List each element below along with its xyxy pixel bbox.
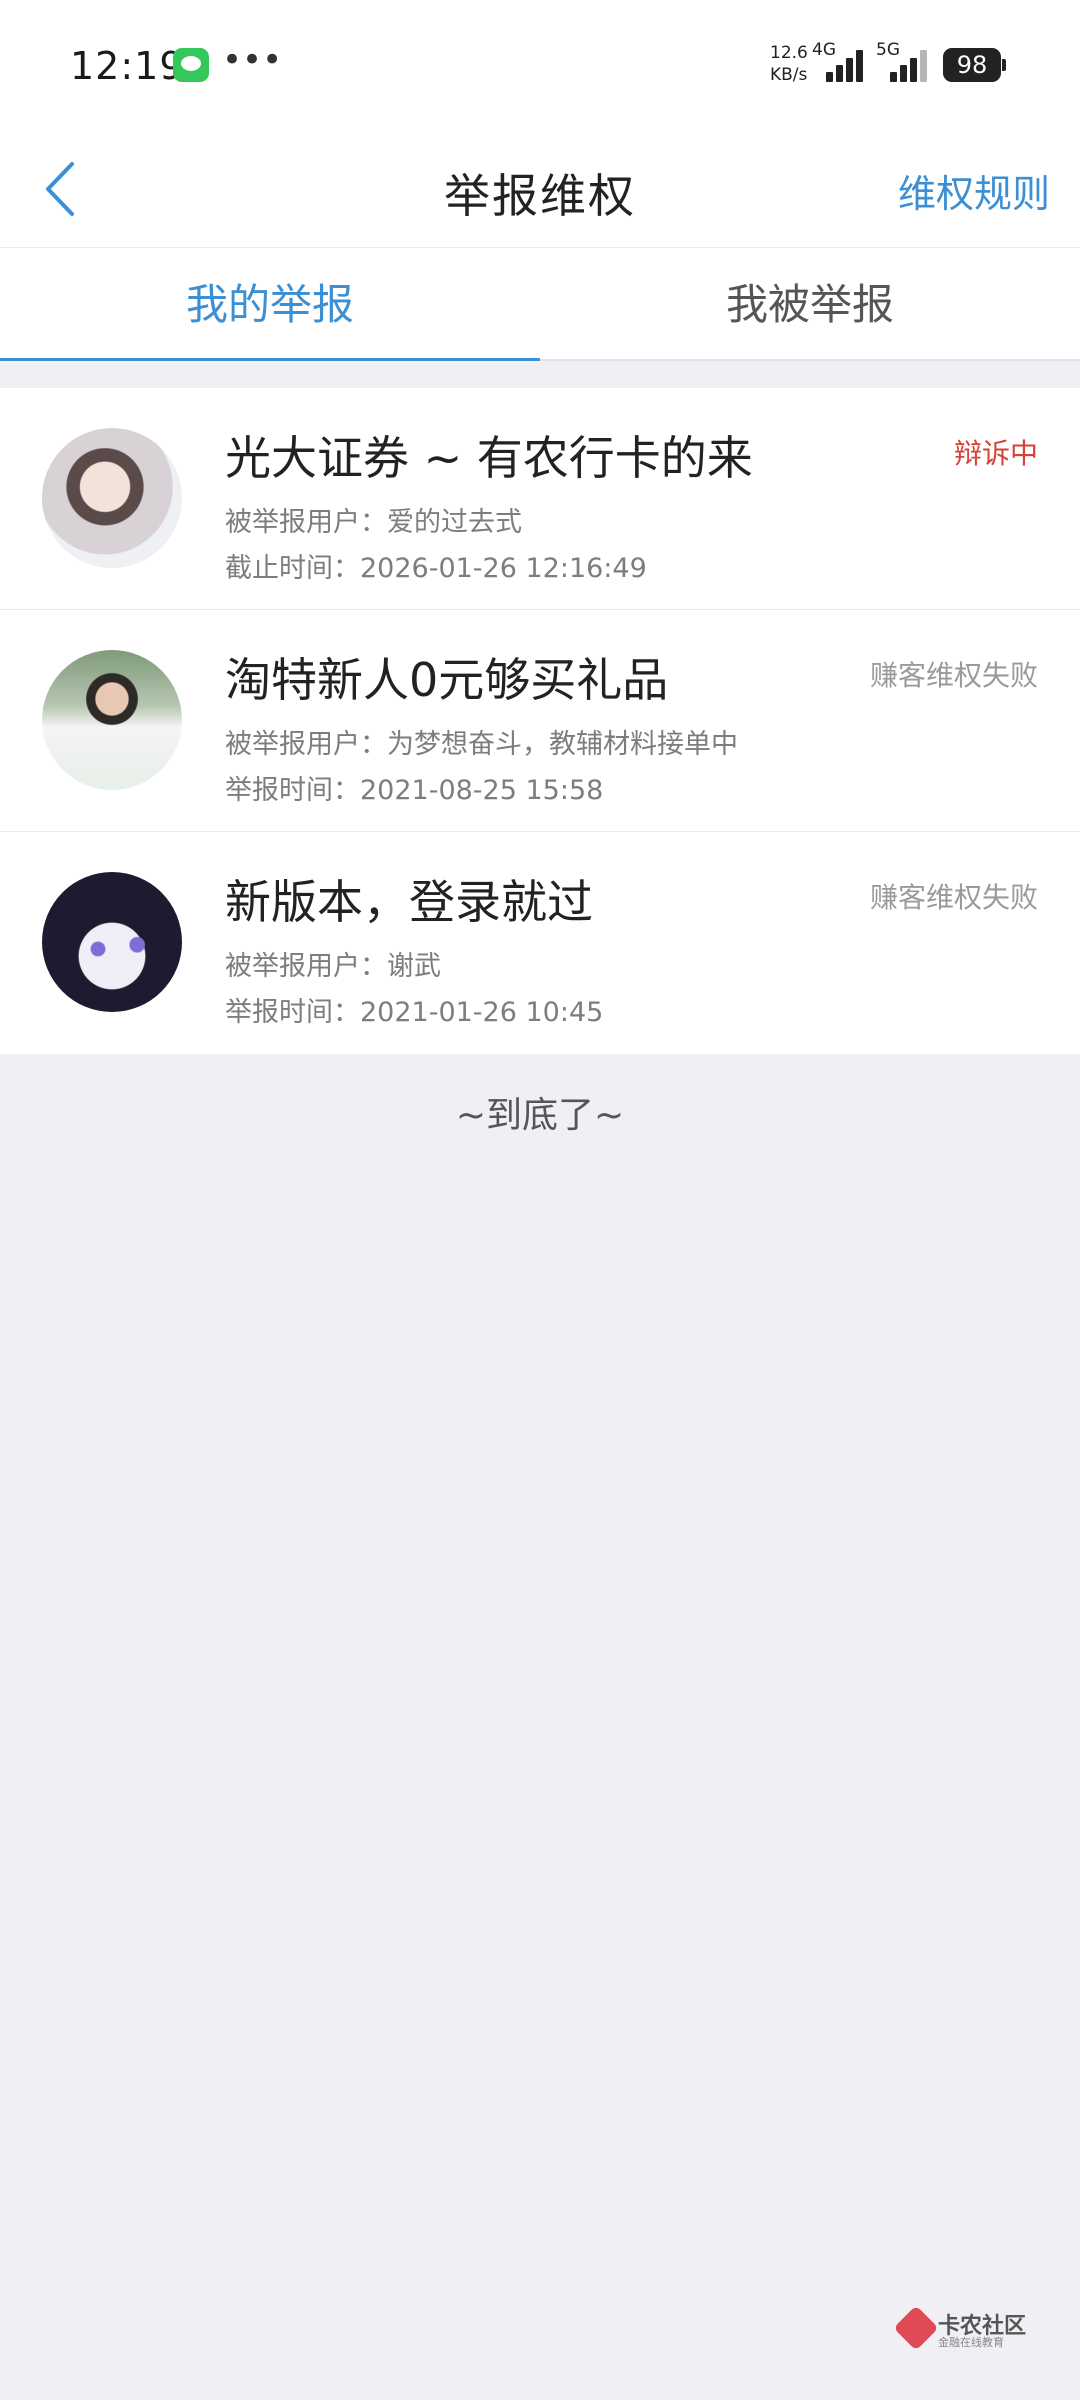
report-time: 举报时间：2021-08-25 15:58	[225, 775, 604, 806]
nav-bar: 举报维权 维权规则	[0, 130, 1080, 248]
battery-icon: 98	[943, 48, 1006, 82]
report-time: 举报时间：2021-01-26 10:45	[225, 997, 604, 1028]
tab-bar: 我的举报 我被举报	[0, 248, 1080, 361]
list-item[interactable]: 淘特新人0元够买礼品 赚客维权失败 被举报用户：为梦想奋斗，教辅材料接单中 举报…	[0, 610, 1080, 832]
status-badge: 赚客维权失败	[869, 881, 1038, 914]
avatar	[42, 650, 182, 790]
network-speed-unit: KB/s	[770, 65, 808, 85]
network-speed: 12.6 KB/s	[770, 42, 808, 86]
status-badge: 赚客维权失败	[869, 659, 1038, 692]
report-title: 新版本，登录就过	[225, 875, 593, 929]
report-title: 淘特新人0元够买礼品	[225, 653, 669, 707]
avatar	[42, 872, 182, 1012]
report-title: 光大证券 ~ 有农行卡的来	[225, 431, 753, 485]
status-badge: 辩诉中	[953, 437, 1038, 470]
tab-my-reports[interactable]: 我的举报	[0, 248, 540, 361]
avatar	[42, 428, 182, 568]
list-item[interactable]: 光大证券 ~ 有农行卡的来 辩诉中 被举报用户：爱的过去式 截止时间：2026-…	[0, 388, 1080, 610]
more-notifications-icon: •••	[222, 40, 283, 80]
reported-user: 被举报用户：爱的过去式	[225, 507, 522, 538]
watermark: 卡农社区 金融在线教育	[893, 2305, 1030, 2351]
report-time: 截止时间：2026-01-26 12:16:49	[225, 553, 647, 584]
tab-reported-me[interactable]: 我被举报	[540, 248, 1080, 359]
signal-icon	[826, 46, 870, 82]
end-of-list-text: ~到底了~	[455, 1095, 625, 1136]
signal-icon	[890, 46, 934, 82]
status-time: 12:19	[70, 44, 185, 88]
rules-link[interactable]: 维权规则	[898, 163, 1050, 218]
network-speed-value: 12.6	[770, 43, 808, 63]
report-list: 光大证券 ~ 有农行卡的来 辩诉中 被举报用户：爱的过去式 截止时间：2026-…	[0, 388, 1080, 1054]
kanong-logo-icon	[893, 2305, 939, 2351]
watermark-subtitle: 金融在线教育	[938, 2336, 1004, 2349]
reported-user: 被举报用户：为梦想奋斗，教辅材料接单中	[225, 729, 738, 760]
message-icon	[173, 48, 209, 82]
list-item[interactable]: 新版本，登录就过 赚客维权失败 被举报用户：谢武 举报时间：2021-01-26…	[0, 832, 1080, 1054]
status-bar: 12:19 ••• 12.6 KB/s 4G 5G 98	[0, 0, 1080, 130]
reported-user: 被举报用户：谢武	[225, 951, 441, 982]
